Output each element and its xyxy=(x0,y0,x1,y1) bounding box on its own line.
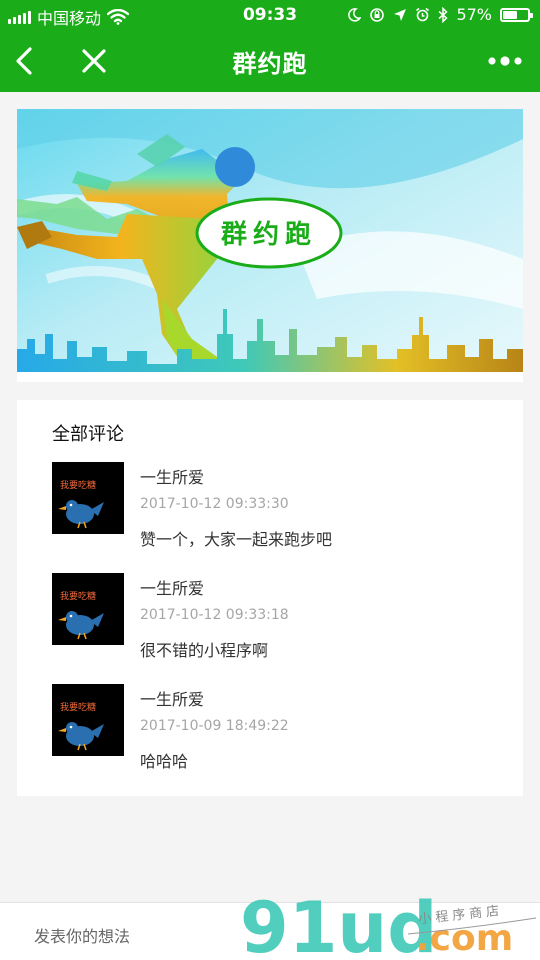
page-title: 群约跑 xyxy=(232,50,308,78)
comment-input[interactable]: 发表你的想法 xyxy=(34,923,130,947)
comment-timestamp: 2017-10-12 09:33:18 xyxy=(140,607,289,623)
watermark-brand: 91ud xyxy=(240,888,437,960)
runner-illustration: 群约跑 xyxy=(17,109,523,382)
status-right: 57% xyxy=(347,5,533,24)
svg-text:我要吃糖: 我要吃糖 xyxy=(60,590,96,602)
comment-item: 我要吃糖 一生所爱 2017-10-12 09:33:18 很不错的小程序啊 xyxy=(52,573,502,673)
battery-icon xyxy=(500,7,533,22)
comment-text: 哈哈哈 xyxy=(140,752,189,771)
comment-text: 很不错的小程序啊 xyxy=(140,641,269,660)
more-menu-button[interactable] xyxy=(484,41,530,81)
rotation-lock-icon xyxy=(370,7,385,22)
comments-heading: 全部评论 xyxy=(52,424,124,445)
svg-text:我要吃糖: 我要吃糖 xyxy=(60,479,96,491)
banner-image: 群约跑 xyxy=(17,109,523,382)
watermark-logo: 91ud .com 小程序商店 xyxy=(240,888,537,960)
comment-username: 一生所爱 xyxy=(140,468,205,487)
avatar[interactable]: 我要吃糖 xyxy=(52,462,124,534)
bird-avatar-icon: 我要吃糖 xyxy=(52,462,124,534)
more-dots-icon xyxy=(488,56,522,66)
location-icon xyxy=(394,8,407,21)
banner-title: 群约跑 xyxy=(220,219,317,250)
battery-fill xyxy=(503,10,517,19)
battery-percent: 57% xyxy=(456,5,492,24)
comment-item: 我要吃糖 一生所爱 2017-10-09 18:49:22 哈哈哈 xyxy=(52,684,502,784)
comment-username: 一生所爱 xyxy=(140,690,205,709)
moon-icon xyxy=(348,7,362,22)
comment-timestamp: 2017-10-09 18:49:22 xyxy=(140,718,289,734)
comment-timestamp: 2017-10-12 09:33:30 xyxy=(140,496,289,512)
status-bar: 中国移动 09:33 57% xyxy=(0,0,540,30)
alarm-icon xyxy=(416,7,430,22)
svg-text:我要吃糖: 我要吃糖 xyxy=(60,701,96,713)
nav-bar: 群约跑 xyxy=(0,30,540,92)
avatar[interactable]: 我要吃糖 xyxy=(52,573,124,645)
bird-avatar-icon: 我要吃糖 xyxy=(52,573,124,645)
avatar[interactable]: 我要吃糖 xyxy=(52,684,124,756)
bird-avatar-icon: 我要吃糖 xyxy=(52,684,124,756)
bluetooth-icon xyxy=(438,6,449,23)
comment-text: 赞一个，大家一起来跑步吧 xyxy=(140,530,333,549)
comments-section: 全部评论 我要吃糖 一生所爱 2017-10-12 09:33:30 赞一个，大… xyxy=(17,400,523,796)
comment-item: 我要吃糖 一生所爱 2017-10-12 09:33:30 赞一个，大家一起来跑… xyxy=(52,462,502,562)
comment-username: 一生所爱 xyxy=(140,579,205,598)
